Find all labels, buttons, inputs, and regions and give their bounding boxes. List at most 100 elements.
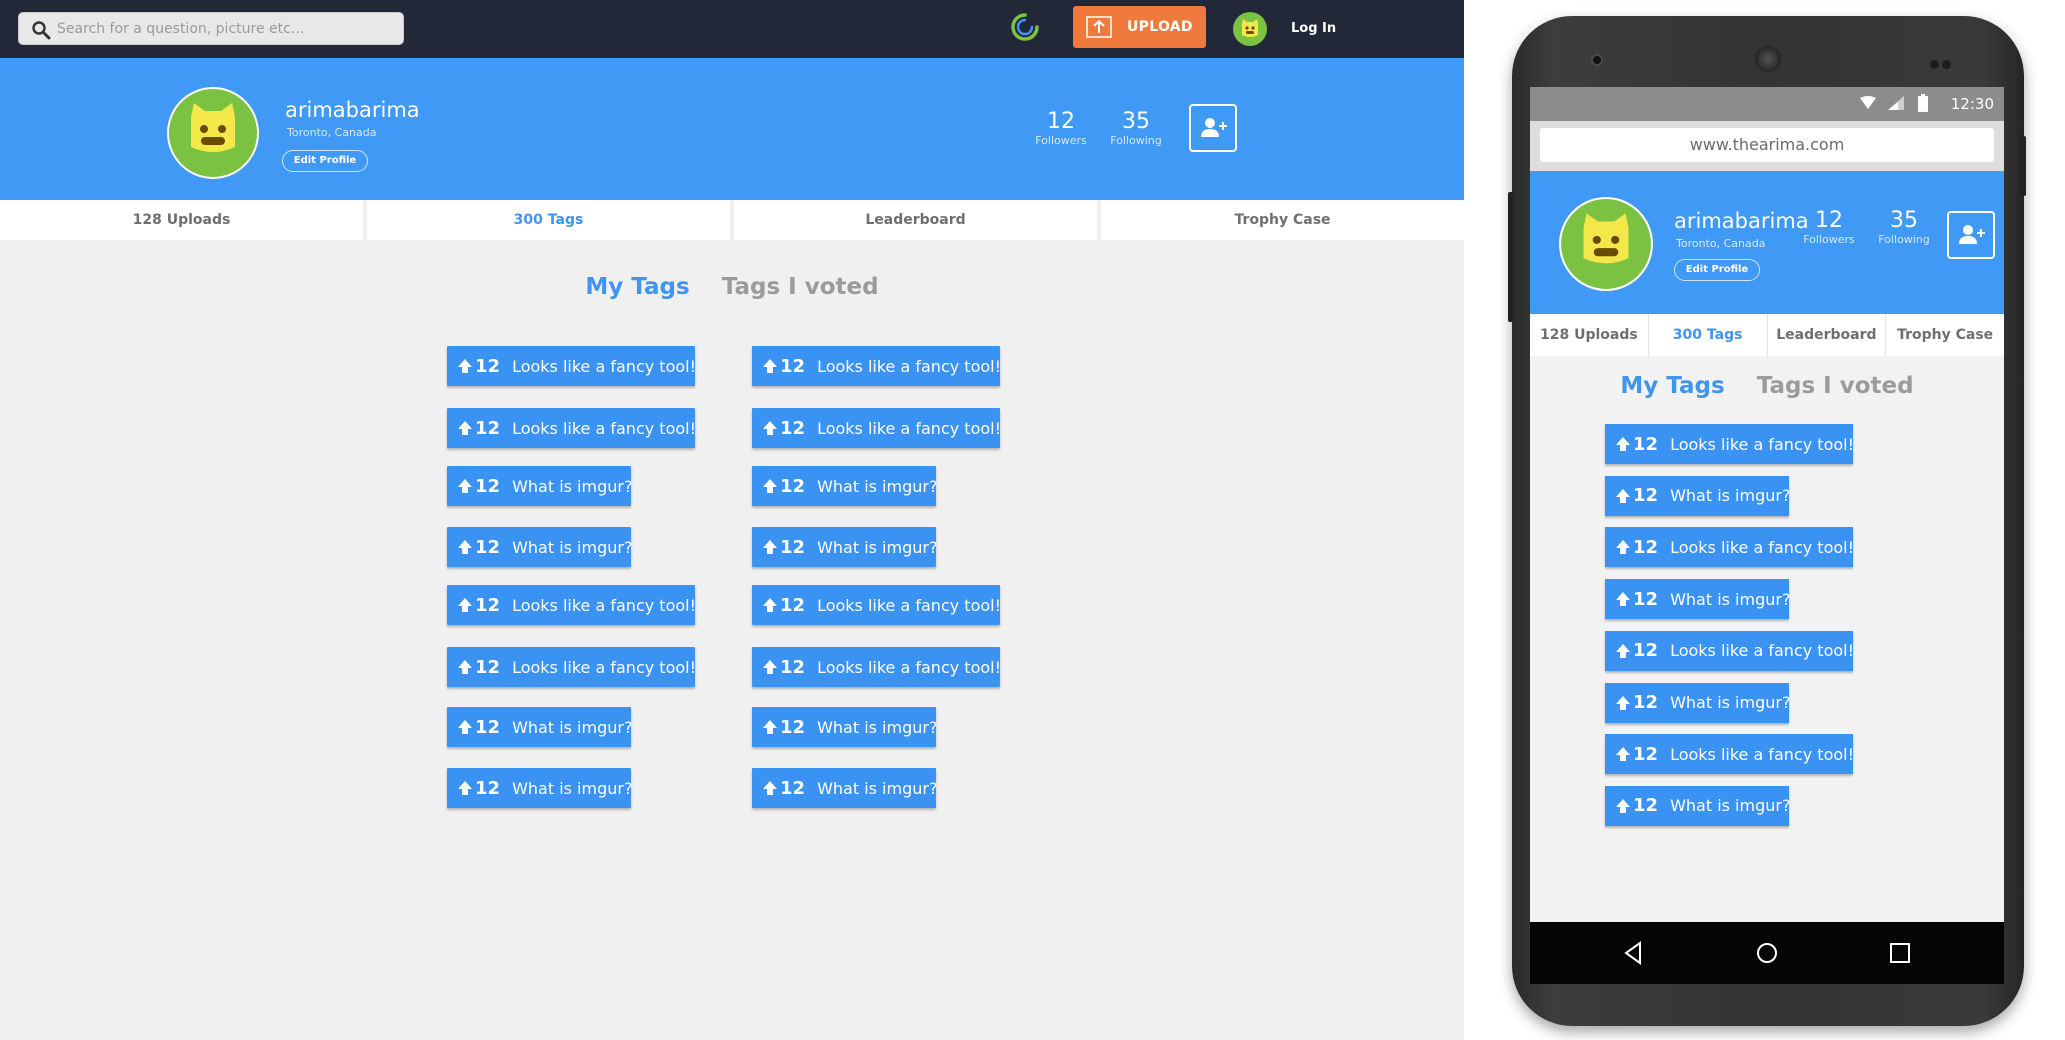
tag-chip[interactable]: 12 What is imgur? bbox=[752, 707, 938, 747]
tag-chip[interactable]: 12 Looks like a fancy tool! bbox=[1605, 630, 1854, 671]
search-icon bbox=[32, 21, 51, 40]
tag-text: What is imgur? bbox=[512, 537, 633, 557]
recents-icon[interactable] bbox=[1886, 939, 1914, 967]
mobile-following-stat[interactable]: 35 Following bbox=[1875, 209, 1933, 247]
upload-button[interactable]: UPLOAD bbox=[1073, 6, 1206, 48]
subtab-tags-voted[interactable]: Tags I voted bbox=[722, 274, 879, 300]
tab-tags[interactable]: 300 Tags bbox=[367, 200, 730, 240]
tab-uploads[interactable]: 128 Uploads bbox=[0, 200, 363, 240]
url-field[interactable]: www.thearima.com bbox=[1540, 128, 1994, 162]
tag-vote-count: 12 bbox=[475, 594, 501, 616]
tag-chip[interactable]: 12 What is imgur? bbox=[1605, 682, 1790, 723]
mobile-edit-profile-button[interactable]: Edit Profile bbox=[1674, 259, 1760, 281]
phone-speaker bbox=[1755, 46, 1781, 72]
search-input[interactable]: Search for a question, picture etc… bbox=[18, 12, 404, 45]
followers-label: Followers bbox=[1035, 134, 1087, 147]
tag-chip[interactable]: 12 What is imgur? bbox=[447, 466, 633, 506]
tag-chip[interactable]: 12 What is imgur? bbox=[447, 707, 633, 747]
mobile-following-label: Following bbox=[1878, 233, 1930, 246]
mobile-tag-subtabs: My Tags Tags I voted bbox=[1530, 373, 2004, 399]
home-icon[interactable] bbox=[1753, 939, 1781, 967]
tag-chip[interactable]: 12 Looks like a fancy tool! bbox=[1605, 734, 1854, 775]
mobile-tab-tags[interactable]: 300 Tags bbox=[1648, 314, 1767, 356]
tag-text: What is imgur? bbox=[512, 476, 633, 496]
tag-chip[interactable]: 12 Looks like a fancy tool! bbox=[1605, 527, 1854, 568]
tag-chip[interactable]: 12 What is imgur? bbox=[752, 466, 937, 506]
battery-icon bbox=[1918, 94, 1928, 112]
tab-leaderboard[interactable]: Leaderboard bbox=[734, 200, 1097, 240]
tag-chip[interactable]: 12 Looks like a fancy tool! bbox=[447, 408, 696, 448]
tag-vote-count: 12 bbox=[780, 417, 806, 439]
mobile-browser-bar: www.thearima.com bbox=[1530, 121, 2004, 171]
followers-stat[interactable]: 12 Followers bbox=[1034, 110, 1088, 148]
upload-label: UPLOAD bbox=[1127, 19, 1193, 35]
tag-chip[interactable]: 12 What is imgur? bbox=[1605, 475, 1790, 516]
add-user-icon bbox=[1201, 118, 1227, 137]
mobile-tab-uploads[interactable]: 128 Uploads bbox=[1530, 314, 1648, 356]
profile-avatar-icon bbox=[167, 87, 259, 179]
tag-chip[interactable]: 12 Looks like a fancy tool! bbox=[1605, 424, 1855, 464]
tag-text: What is imgur? bbox=[817, 537, 938, 557]
tag-text: What is imgur? bbox=[817, 778, 938, 798]
tag-text: Looks like a fancy tool! bbox=[817, 356, 1002, 376]
mobile-tab-leaderboard[interactable]: Leaderboard bbox=[1767, 314, 1886, 356]
tag-chip[interactable]: 12 Looks like a fancy tool! bbox=[447, 585, 697, 625]
tag-vote-count: 12 bbox=[780, 594, 806, 616]
tag-vote-count: 12 bbox=[780, 777, 806, 799]
tag-vote-count: 12 bbox=[780, 656, 806, 678]
tag-text: Looks like a fancy tool! bbox=[512, 595, 697, 615]
mobile-followers-stat[interactable]: 12 Followers bbox=[1802, 209, 1856, 247]
mobile-follow-button[interactable] bbox=[1947, 211, 1995, 259]
tag-text: Looks like a fancy tool! bbox=[512, 356, 697, 376]
tag-vote-count: 12 bbox=[1633, 588, 1659, 610]
tag-chip[interactable]: 12 What is imgur? bbox=[1605, 579, 1791, 620]
tag-chip[interactable]: 12 Looks like a fancy tool! bbox=[752, 585, 1001, 625]
edit-profile-button[interactable]: Edit Profile bbox=[282, 150, 368, 172]
tag-chip[interactable]: 12 What is imgur? bbox=[447, 527, 633, 567]
tag-vote-count: 12 bbox=[1633, 795, 1659, 817]
tag-chip[interactable]: 12 Looks like a fancy tool! bbox=[752, 346, 1002, 386]
upvote-arrow-icon bbox=[458, 359, 472, 373]
tag-text: What is imgur? bbox=[817, 717, 938, 737]
tag-chip[interactable]: 12 Looks like a fancy tool! bbox=[447, 346, 697, 386]
tag-chip[interactable]: 12 What is imgur? bbox=[752, 527, 938, 567]
tag-text: What is imgur? bbox=[512, 717, 633, 737]
mobile-subtab-my-tags[interactable]: My Tags bbox=[1620, 373, 1724, 399]
following-stat[interactable]: 35 Following bbox=[1108, 109, 1164, 148]
user-avatar-icon[interactable] bbox=[1233, 12, 1267, 46]
phone-camera bbox=[1591, 54, 1603, 66]
login-link[interactable]: Log In bbox=[1291, 21, 1336, 36]
upvote-arrow-icon bbox=[763, 540, 777, 554]
upvote-arrow-icon bbox=[458, 598, 472, 612]
tag-chip[interactable]: 12 Looks like a fancy tool! bbox=[447, 647, 696, 687]
tag-vote-count: 12 bbox=[780, 536, 806, 558]
tag-text: Looks like a fancy tool! bbox=[1670, 434, 1855, 454]
following-label: Following bbox=[1110, 134, 1162, 147]
tag-chip[interactable]: 12 What is imgur? bbox=[752, 768, 938, 808]
tag-text: Looks like a fancy tool! bbox=[817, 657, 1002, 677]
tag-text: What is imgur? bbox=[512, 778, 633, 798]
upvote-arrow-icon bbox=[458, 720, 472, 734]
profile-username: arimabarima bbox=[285, 98, 420, 122]
mobile-status-bar: 12:30 bbox=[1530, 87, 2004, 121]
back-icon[interactable] bbox=[1620, 939, 1648, 967]
mobile-subtab-tags-voted[interactable]: Tags I voted bbox=[1757, 373, 1914, 399]
upvote-arrow-icon bbox=[458, 421, 472, 435]
tag-vote-count: 12 bbox=[475, 716, 501, 738]
upload-icon bbox=[1086, 16, 1112, 38]
tab-trophy-case[interactable]: Trophy Case bbox=[1101, 200, 1464, 240]
subtab-my-tags[interactable]: My Tags bbox=[585, 274, 689, 300]
tag-chip[interactable]: 12 What is imgur? bbox=[447, 768, 633, 808]
mobile-tab-trophy-case[interactable]: Trophy Case bbox=[1886, 314, 2004, 356]
tag-vote-count: 12 bbox=[1633, 692, 1659, 713]
tag-chip[interactable]: 12 Looks like a fancy tool! bbox=[752, 408, 1001, 448]
tag-vote-count: 12 bbox=[780, 716, 806, 738]
tag-chip[interactable]: 12 Looks like a fancy tool! bbox=[752, 647, 1002, 687]
tag-chip[interactable]: 12 What is imgur? bbox=[1605, 785, 1790, 826]
upvote-arrow-icon bbox=[763, 660, 777, 674]
tag-vote-count: 12 bbox=[475, 355, 501, 377]
following-count: 35 bbox=[1122, 109, 1150, 134]
tag-vote-count: 12 bbox=[1633, 536, 1659, 558]
tag-text: What is imgur? bbox=[1670, 589, 1791, 609]
follow-button[interactable] bbox=[1189, 104, 1237, 152]
